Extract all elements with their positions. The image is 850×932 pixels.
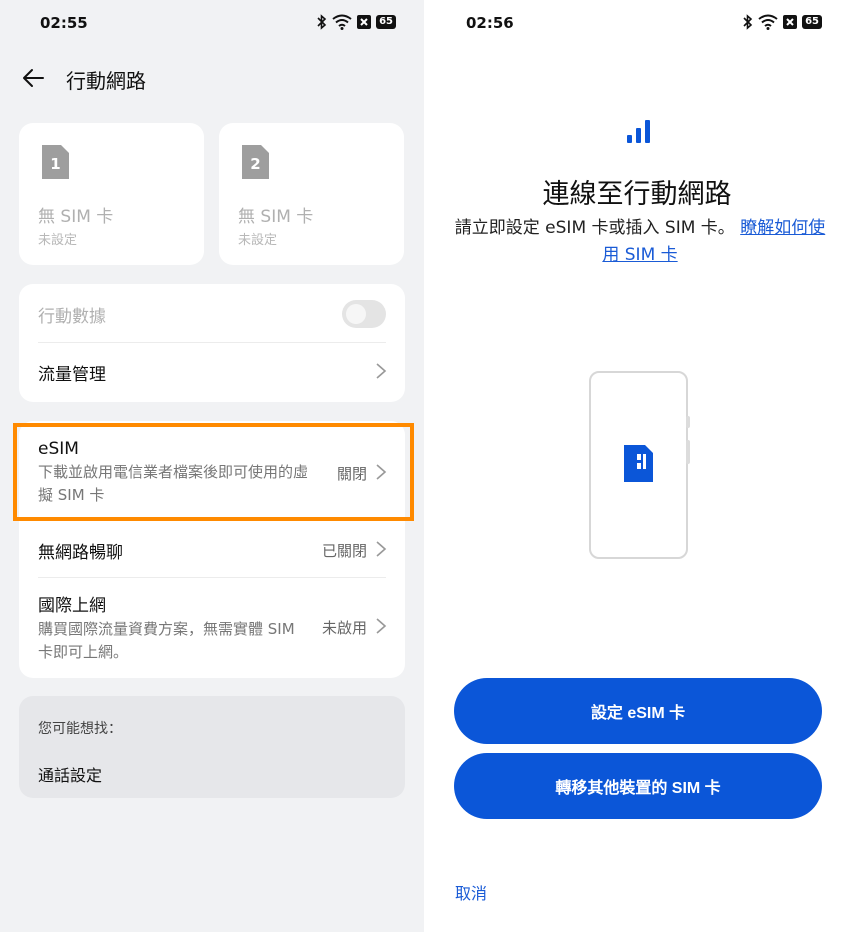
esim-highlight-box [13, 423, 414, 521]
usage-management-row[interactable]: 流量管理 [38, 360, 386, 385]
battery-indicator: 65 [802, 15, 822, 29]
sim-2-status: 未設定 [238, 233, 278, 248]
mobile-data-row: 行動數據 [38, 302, 386, 327]
divider [38, 342, 386, 343]
bluetooth-icon [317, 14, 327, 30]
wifi-icon [758, 14, 778, 30]
sim-2-number: 2 [250, 155, 260, 173]
sim-1-status: 未設定 [38, 233, 78, 248]
usage-management-label: 流量管理 [38, 365, 106, 385]
battery-indicator: 65 [376, 15, 396, 29]
sim-2-name: 無 SIM 卡 [238, 207, 314, 227]
roaming-value: 未啟用 [321, 619, 367, 637]
status-bar: 02:55 65 [0, 12, 424, 36]
phone-side-button [686, 440, 690, 464]
chevron-right-icon [376, 541, 387, 557]
no-sim-icon [357, 15, 372, 29]
status-time: 02:55 [40, 14, 88, 32]
chevron-right-icon [376, 363, 387, 379]
status-bar: 02:56 65 [424, 12, 850, 36]
sim-slot-1-card[interactable]: 1 無 SIM 卡 未設定 [19, 123, 204, 265]
back-arrow-icon[interactable] [20, 64, 48, 92]
page-title: 行動網路 [66, 69, 146, 93]
wifi-icon [332, 14, 352, 30]
connect-description-text: 請立即設定 eSIM 卡或插入 SIM 卡。 [454, 218, 735, 238]
cancel-button[interactable]: 取消 [455, 880, 487, 904]
top-bar: 行動網路 [20, 62, 404, 94]
chevron-right-icon [376, 618, 387, 634]
status-icons: 65 [317, 14, 396, 30]
divider [38, 577, 386, 578]
data-settings-group: 行動數據 流量管理 [19, 284, 405, 402]
sim-1-name: 無 SIM 卡 [38, 207, 114, 227]
mobile-data-toggle[interactable] [342, 300, 386, 328]
status-icons: 65 [743, 14, 822, 30]
connect-title: 連線至行動網路 [542, 179, 732, 210]
connect-description: 請立即設定 eSIM 卡或插入 SIM 卡。 瞭解如何使用 SIM 卡 [450, 215, 830, 269]
bluetooth-icon [743, 14, 753, 30]
roaming-label: 國際上網 [38, 596, 106, 616]
phone-side-button [686, 416, 690, 428]
signal-bars-icon [627, 120, 650, 143]
sim-1-number: 1 [50, 155, 60, 173]
mobile-network-settings-screen: 02:55 65 行動網路 1 無 SIM 卡 未設定 2 無 SIM 卡 未設… [0, 0, 424, 932]
suggestions-card: 您可能想找： 通話設定 [19, 696, 405, 798]
suggestion-call-settings[interactable]: 通話設定 [38, 762, 102, 786]
sim-card-1-icon: 1 [42, 145, 69, 179]
mobile-data-label: 行動數據 [38, 307, 106, 327]
offline-chat-label: 無網路暢聊 [38, 543, 123, 563]
sim-slot-2-card[interactable]: 2 無 SIM 卡 未設定 [219, 123, 404, 265]
sim-card-2-icon: 2 [242, 145, 269, 179]
no-sim-icon [783, 15, 798, 29]
status-time: 02:56 [466, 14, 514, 32]
suggestions-label: 您可能想找： [38, 721, 122, 737]
offline-chat-value: 已關閉 [321, 542, 367, 560]
transfer-sim-button[interactable]: 轉移其他裝置的 SIM 卡 [454, 753, 822, 819]
roaming-description: 購買國際流量資費方案，無需實體 SIM 卡即可上網。 [38, 620, 295, 661]
setup-esim-button[interactable]: 設定 eSIM 卡 [454, 678, 822, 744]
esim-chip-icon [624, 445, 653, 482]
